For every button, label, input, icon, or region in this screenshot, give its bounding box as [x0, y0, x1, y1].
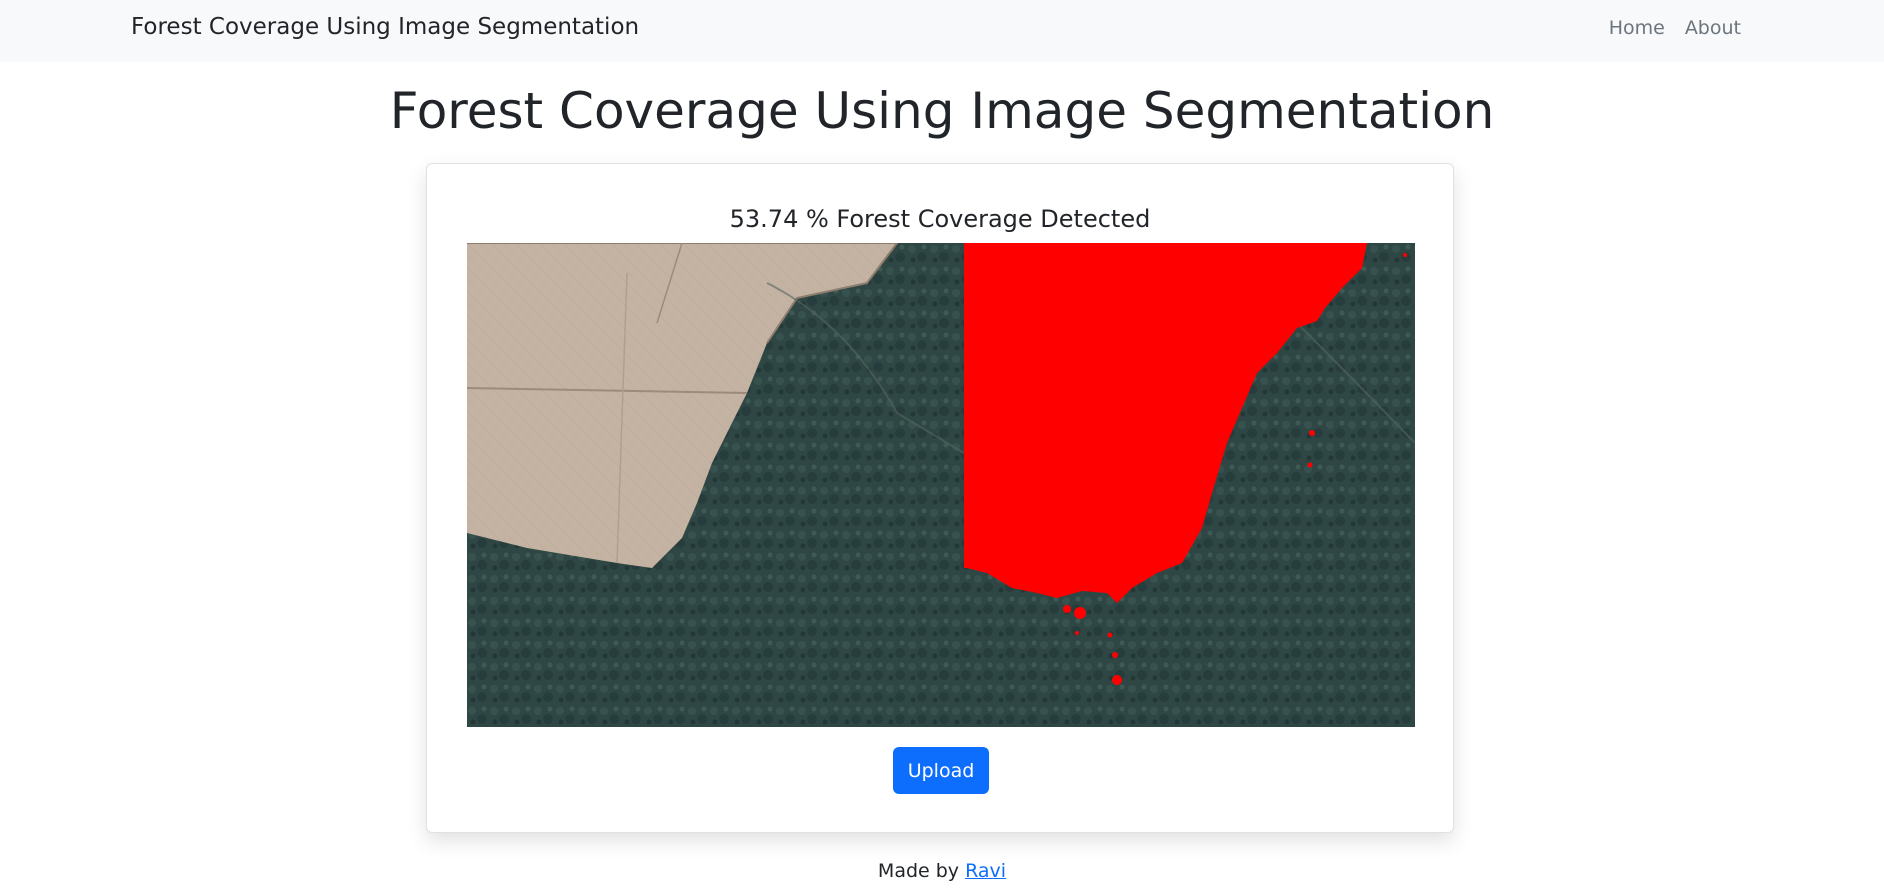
upload-button[interactable]: Upload: [893, 747, 989, 794]
nav-link-home[interactable]: Home: [1609, 17, 1665, 39]
nav-link-about[interactable]: About: [1685, 17, 1741, 39]
author-link[interactable]: Ravi: [965, 860, 1006, 882]
footer-prefix: Made by: [877, 860, 960, 882]
footer: Made by Ravi: [0, 860, 1884, 882]
result-card: 53.74 % Forest Coverage Detected Upload: [426, 163, 1454, 833]
navbar: Forest Coverage Using Image Segmentation…: [0, 0, 1884, 62]
nav-links: Home About: [1609, 17, 1741, 39]
page-title: Forest Coverage Using Image Segmentation: [389, 82, 1495, 140]
navbar-brand[interactable]: Forest Coverage Using Image Segmentation: [131, 14, 639, 40]
segmented-satellite-image: [467, 243, 1415, 727]
coverage-result-text: 53.74 % Forest Coverage Detected: [729, 205, 1151, 233]
